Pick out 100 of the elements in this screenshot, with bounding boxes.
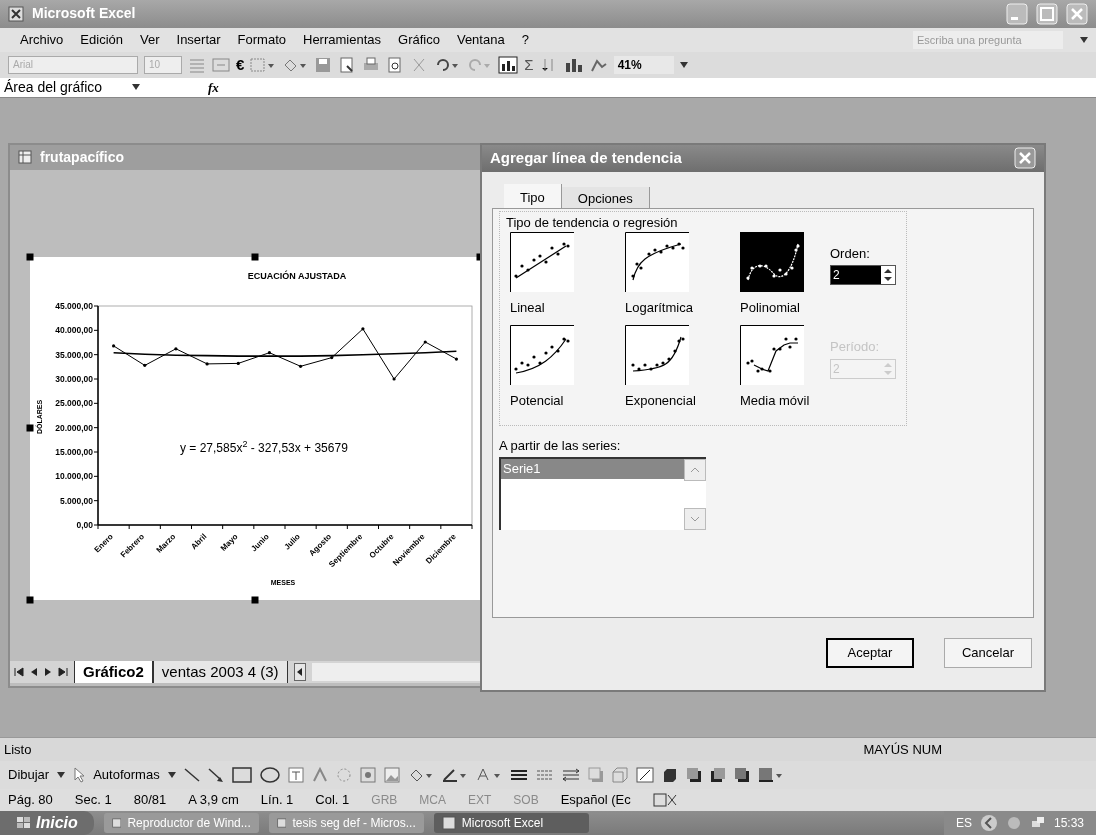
caret-icon[interactable] — [1080, 36, 1088, 43]
draw-menu[interactable]: Dibujar — [8, 765, 50, 785]
selection-handle[interactable] — [251, 596, 259, 604]
dialog-tab[interactable]: Tipo — [504, 183, 562, 208]
sheet-tab[interactable]: Gráfico2 — [74, 660, 153, 683]
next-sheet-icon[interactable] — [44, 666, 52, 677]
data-point — [361, 327, 365, 331]
chart-title: ECUACIÓN AJUSTADA — [247, 270, 347, 281]
maximize-icon[interactable] — [1036, 3, 1058, 25]
app-icon — [111, 816, 122, 830]
caret-icon[interactable] — [57, 772, 66, 779]
euro-button[interactable]: € — [236, 53, 245, 77]
data-point — [392, 377, 396, 381]
chart-icon[interactable] — [563, 56, 584, 73]
y-tick-label: 0,00 — [76, 519, 93, 530]
trendline-type-label[interactable]: Logarítmica — [625, 297, 740, 318]
spelling-icon — [652, 793, 677, 807]
dialog-button[interactable]: Cancelar — [944, 637, 1032, 668]
status-field: Pág. 80 — [8, 790, 53, 810]
line-color-icon[interactable] — [441, 767, 468, 784]
selection-handle[interactable] — [26, 424, 34, 432]
y-tick-label: 45.000,00 — [55, 300, 93, 311]
app-icon — [441, 816, 456, 830]
first-sheet-icon[interactable] — [14, 666, 24, 677]
pointer-icon[interactable] — [73, 767, 86, 784]
menu-item[interactable]: Ventana — [456, 30, 505, 50]
spinner-field[interactable]: 2 — [830, 265, 896, 286]
selection-handle[interactable] — [251, 253, 259, 261]
autosum-button[interactable]: Σ — [524, 53, 534, 77]
minimize-icon[interactable] — [1006, 3, 1028, 25]
borders-icon[interactable] — [250, 56, 277, 73]
menu-item[interactable]: Insertar — [176, 30, 221, 50]
series-label: A partir de las series: — [499, 436, 622, 455]
taskbar-button[interactable]: Microsoft Excel — [433, 813, 589, 833]
insert-function-button[interactable]: fx — [208, 77, 219, 98]
trendline-type-icon[interactable] — [510, 325, 574, 386]
group-label: Tipo de tendencia o regresión — [506, 213, 678, 232]
series-list-item[interactable]: Serie1 — [501, 459, 684, 479]
dialog-button[interactable]: Aceptar — [826, 637, 914, 668]
trendline-type-label[interactable]: Potencial — [510, 391, 625, 411]
y-tick-label: 30.000,00 — [55, 373, 93, 384]
workbook-title: frutapacífico — [40, 147, 124, 167]
selection-handle[interactable] — [26, 253, 34, 261]
shadow-box-icon[interactable] — [685, 767, 702, 784]
menu-item[interactable]: Gráfico — [398, 30, 440, 50]
trendline-type-label[interactable]: Polinomial — [740, 297, 830, 318]
trendline-type-label[interactable]: Lineal — [510, 297, 625, 318]
status-field: A 3,9 cm — [188, 790, 239, 810]
last-sheet-icon[interactable] — [58, 666, 68, 677]
close-icon[interactable] — [1014, 147, 1036, 170]
undo-icon[interactable] — [434, 56, 461, 73]
trendline-type-icon[interactable] — [740, 231, 804, 292]
sheet-tab[interactable]: ventas 2003 4 (3) — [152, 660, 288, 683]
caret-icon[interactable] — [132, 84, 140, 91]
clock: 15:33 — [1053, 815, 1084, 832]
selection-handle[interactable] — [26, 596, 34, 604]
menu-item[interactable]: Edición — [80, 30, 123, 50]
trendline-type-icon[interactable] — [625, 325, 689, 386]
clip-art-icon[interactable] — [359, 767, 376, 784]
dialog-tab[interactable]: Opciones — [561, 186, 650, 208]
shadow-box-icon[interactable] — [709, 767, 726, 784]
data-point — [174, 347, 178, 351]
cube-icon[interactable] — [661, 767, 678, 784]
shadow-box-icon[interactable] — [733, 767, 750, 784]
y-tick-label: 20.000,00 — [55, 422, 93, 433]
trendline-type-icon[interactable] — [625, 231, 689, 292]
arrow-style-icon[interactable] — [561, 767, 580, 784]
previous-sheet-icon[interactable] — [30, 666, 38, 677]
menu-item[interactable]: Archivo — [20, 30, 64, 50]
start-button[interactable]: Inicio — [0, 811, 94, 835]
close-icon[interactable] — [1066, 3, 1088, 25]
save-icon[interactable] — [314, 56, 333, 73]
print-icon[interactable] — [362, 56, 381, 73]
workbook-icon — [18, 150, 32, 165]
trendline-type-icon[interactable] — [510, 231, 574, 292]
menu-item[interactable]: ? — [521, 30, 529, 50]
wordart-icon[interactable] — [311, 767, 328, 784]
zoom-field[interactable]: 41% — [613, 55, 674, 74]
line-icon[interactable] — [183, 767, 200, 784]
3d-icon[interactable] — [611, 767, 628, 784]
trendline-type-label[interactable]: Media móvil — [740, 391, 830, 411]
data-point — [205, 362, 209, 366]
chart-wizard-icon[interactable] — [498, 55, 519, 74]
arrow-icon[interactable] — [207, 767, 224, 784]
shadow-color-icon[interactable] — [757, 767, 784, 784]
series-listbox[interactable]: Serie1 — [499, 457, 706, 531]
back-circle-icon[interactable] — [979, 814, 998, 832]
scroll-left-icon[interactable] — [293, 662, 306, 681]
oval-icon[interactable] — [259, 767, 280, 784]
menu-item[interactable]: Herramientas — [303, 30, 382, 50]
name-box[interactable]: Área del gráfico — [4, 76, 124, 98]
trendline-type-icon[interactable] — [740, 325, 804, 386]
autoshapes-menu[interactable]: Autoformas — [93, 765, 160, 785]
caret-icon[interactable] — [167, 772, 176, 779]
trendline-type-label[interactable]: Exponencial — [625, 391, 740, 411]
horizontal-scrollbar[interactable] — [311, 662, 480, 681]
rectangle-icon[interactable] — [231, 767, 252, 784]
caret-icon[interactable] — [679, 61, 688, 68]
menu-item[interactable]: Formato — [237, 30, 286, 50]
menu-item[interactable]: Ver — [140, 30, 160, 50]
